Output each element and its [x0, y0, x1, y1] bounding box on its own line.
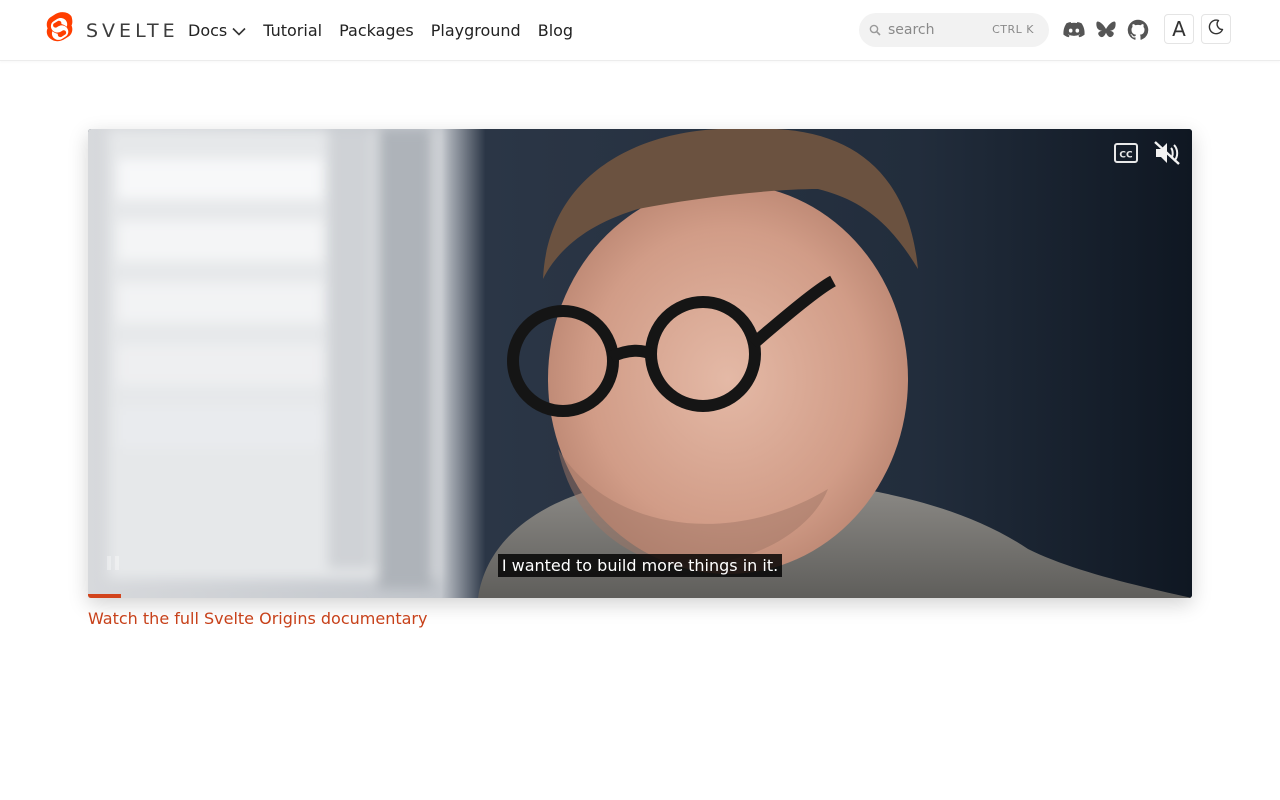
brand-wordmark: SVELTE	[86, 20, 179, 42]
github-icon[interactable]	[1126, 18, 1150, 42]
video-progress-fill	[88, 594, 122, 598]
top-navigation: SVELTE Docs Tutorial Packages Playground…	[0, 0, 1280, 61]
muted-speaker-icon	[1153, 141, 1181, 170]
font-toggle-button[interactable]: A	[1164, 14, 1194, 44]
primary-nav: Docs Tutorial Packages Playground Blog	[188, 0, 590, 60]
svg-text:CC: CC	[1119, 151, 1133, 161]
nav-link-tutorial[interactable]: Tutorial	[263, 21, 322, 40]
cc-icon: CC	[1113, 143, 1139, 168]
svelte-home-link[interactable]: SVELTE	[46, 12, 179, 50]
nav-link-playground[interactable]: Playground	[431, 21, 521, 40]
social-links	[1062, 18, 1150, 42]
subtitle-text: I wanted to build more things in it.	[497, 554, 783, 577]
documentary-link[interactable]: Watch the full Svelte Origins documentar…	[88, 609, 427, 628]
closed-captions-button[interactable]: CC	[1113, 142, 1139, 164]
video-progress-bar[interactable]	[88, 594, 1192, 598]
video-frame	[88, 129, 1192, 598]
search-shortcut-hint: CTRL K	[992, 23, 1034, 36]
search-box[interactable]: CTRL K	[859, 13, 1049, 47]
bluesky-icon[interactable]	[1094, 18, 1118, 42]
subtitle-caption: I wanted to build more things in it.	[88, 554, 1192, 577]
nav-link-docs[interactable]: Docs	[188, 21, 246, 40]
video-player[interactable]: I wanted to build more things in it. CC	[88, 129, 1192, 598]
pause-icon	[104, 556, 122, 576]
discord-icon[interactable]	[1062, 18, 1086, 42]
search-icon	[869, 21, 881, 40]
nav-link-docs-label: Docs	[188, 20, 228, 40]
theme-toggle-button[interactable]	[1201, 14, 1231, 44]
pause-button[interactable]	[104, 554, 122, 572]
nav-link-blog[interactable]: Blog	[538, 21, 573, 40]
nav-link-packages[interactable]: Packages	[339, 21, 414, 40]
moon-icon	[1208, 19, 1224, 39]
mute-button[interactable]	[1153, 140, 1181, 166]
svelte-logo-icon	[46, 12, 76, 50]
search-input[interactable]	[886, 21, 990, 39]
chevron-down-icon	[232, 21, 246, 40]
